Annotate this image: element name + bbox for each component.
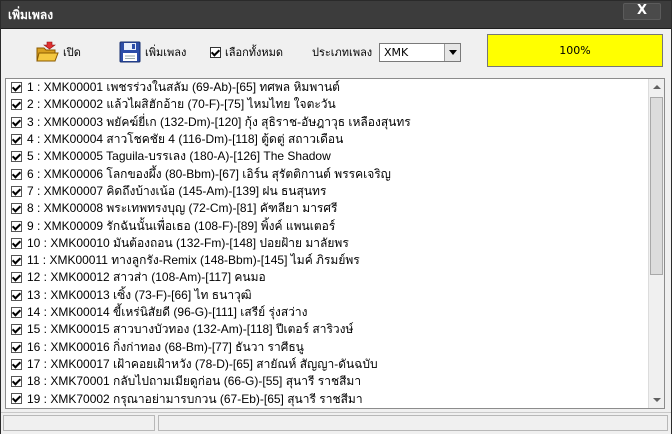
scroll-down-arrow-icon[interactable] <box>649 392 664 408</box>
list-item[interactable]: 4 : XMK00004 สาวโชคชัย 4 (116-Dm)-[118] … <box>6 131 649 148</box>
song-label: 11 : XMK00011 ทางลูกรัง-Remix (148-Bbm)-… <box>27 253 360 268</box>
song-checkbox[interactable] <box>11 151 22 163</box>
list-item[interactable]: 3 : XMK00003 พยัคฆ์ยี่เก (132-Dm)-[120] … <box>6 114 649 131</box>
song-checkbox[interactable] <box>11 134 22 146</box>
select-all-label: เลือกทั้งหมด <box>225 46 284 59</box>
select-all-toggle[interactable]: เลือกทั้งหมด <box>210 41 283 63</box>
song-list[interactable]: 1 : XMK00001 เพชรร่วงในสลัม (69-Ab)-[65]… <box>5 78 665 409</box>
song-label: 10 : XMK00010 มันต้องถอน (132-Fm)-[148] … <box>27 235 349 250</box>
song-checkbox[interactable] <box>11 341 22 353</box>
add-song-button[interactable]: เพิ่มเพลง <box>119 41 186 63</box>
list-item[interactable]: 5 : XMK00005 Taguila-บรรเลง (180-A)-[126… <box>6 148 649 165</box>
list-item[interactable]: 11 : XMK00011 ทางลูกรัง-Remix (148-Bbm)-… <box>6 252 649 269</box>
list-item[interactable]: 7 : XMK00007 คิดถึงบ้างเน้อ (145-Am)-[13… <box>6 183 649 200</box>
chevron-down-icon[interactable] <box>444 44 460 61</box>
category-value: XMK <box>384 46 409 59</box>
song-checkbox[interactable] <box>11 99 22 111</box>
list-item[interactable]: 19 : XMK70002 กรุณาอย่ามารบกวน (67-Eb)-[… <box>6 390 649 407</box>
add-song-label: เพิ่มเพลง <box>145 46 187 59</box>
save-disk-icon <box>119 41 141 63</box>
song-checkbox[interactable] <box>11 255 22 267</box>
song-checkbox[interactable] <box>11 272 22 284</box>
song-checkbox[interactable] <box>11 237 22 249</box>
song-checkbox[interactable] <box>11 289 22 301</box>
scroll-thumb[interactable] <box>650 97 663 275</box>
song-label: 7 : XMK00007 คิดถึงบ้างเน้อ (145-Am)-[13… <box>27 183 327 198</box>
song-label: 16 : XMK00016 กิ่งก่าทอง (68-Bm)-[77] ธั… <box>27 339 304 354</box>
vertical-scrollbar[interactable] <box>648 79 664 408</box>
list-item[interactable]: 6 : XMK00006 โลกของผึ้ง (80-Bbm)-[67] เอ… <box>6 165 649 182</box>
song-label: 17 : XMK00017 เฝ้าคอยเฝ้าหวัง (78-D)-[65… <box>27 356 378 371</box>
list-item[interactable]: 20 : XMK70003 กรามเท้ายำโม (66-D)-[55] ส… <box>6 408 649 409</box>
list-item[interactable]: 17 : XMK00017 เฝ้าคอยเฝ้าหวัง (78-D)-[65… <box>6 356 649 373</box>
song-label: 6 : XMK00006 โลกของผึ้ง (80-Bbm)-[67] เอ… <box>27 166 391 181</box>
song-label: 9 : XMK00009 รักฉันนั้นเพื่อเธอ (108-F)-… <box>27 218 336 233</box>
song-label: 12 : XMK00012 สาวส่า (108-Am)-[117] คนมอ <box>27 270 266 285</box>
status-pane-left <box>3 415 155 431</box>
title-bar: เพิ่มเพลง X <box>1 1 671 29</box>
list-item[interactable]: 1 : XMK00001 เพชรร่วงในสลัม (69-Ab)-[65]… <box>6 79 649 96</box>
song-label: 14 : XMK00014 ขี้เหร่นิสัยดี (96-G)-[111… <box>27 305 308 320</box>
close-icon: X <box>637 3 648 18</box>
status-bar <box>1 412 671 434</box>
list-item[interactable]: 10 : XMK00010 มันต้องถอน (132-Fm)-[148] … <box>6 235 649 252</box>
list-item[interactable]: 14 : XMK00014 ขี้เหร่นิสัยดี (96-G)-[111… <box>6 304 649 321</box>
song-label: 1 : XMK00001 เพชรร่วงในสลัม (69-Ab)-[65]… <box>27 80 340 95</box>
add-song-window: เพิ่มเพลง X เปิด เพิ่มเพลง เลือกทั้งหมด … <box>0 0 672 434</box>
song-label: 5 : XMK00005 Taguila-บรรเลง (180-A)-[126… <box>27 149 331 164</box>
song-checkbox[interactable] <box>11 376 22 388</box>
category-label: ประเภทเพลง <box>312 46 373 59</box>
open-button[interactable]: เปิด <box>35 41 81 63</box>
song-checkbox[interactable] <box>11 82 22 94</box>
song-checkbox[interactable] <box>11 220 22 232</box>
status-pane-right <box>158 415 668 431</box>
song-checkbox[interactable] <box>11 203 22 215</box>
song-label: 4 : XMK00004 สาวโชคชัย 4 (116-Dm)-[118] … <box>27 132 344 147</box>
song-checkbox[interactable] <box>11 168 22 180</box>
song-checkbox[interactable] <box>11 307 22 318</box>
progress-display: 100% <box>487 34 663 67</box>
scroll-up-arrow-icon[interactable] <box>649 79 664 95</box>
window-title: เพิ่มเพลง <box>8 8 54 22</box>
open-label: เปิด <box>63 46 81 59</box>
song-label: 13 : XMK00013 เซิ้ง (73-F)-[66] ไท ธนาวุ… <box>27 287 252 302</box>
category-select[interactable]: XMK <box>379 43 461 62</box>
list-item[interactable]: 2 : XMK00002 แล้วไผสิฮักอ้าย (70-F)-[75]… <box>6 96 649 113</box>
song-checkbox[interactable] <box>11 185 22 197</box>
list-item[interactable]: 9 : XMK00009 รักฉันนั้นเพื่อเธอ (108-F)-… <box>6 217 649 234</box>
song-label: 19 : XMK70002 กรุณาอย่ามารบกวน (67-Eb)-[… <box>27 391 363 406</box>
song-label: 18 : XMK70001 กลับไปถามเมียดูก่อน (66-G)… <box>27 374 362 389</box>
song-list-rows: 1 : XMK00001 เพชรร่วงในสลัม (69-Ab)-[65]… <box>6 79 649 409</box>
list-item[interactable]: 12 : XMK00012 สาวส่า (108-Am)-[117] คนมอ <box>6 269 649 286</box>
list-item[interactable]: 16 : XMK00016 กิ่งก่าทอง (68-Bm)-[77] ธั… <box>6 338 649 355</box>
song-checkbox[interactable] <box>11 358 22 370</box>
progress-text: 100% <box>559 44 591 57</box>
list-item[interactable]: 15 : XMK00015 สาวบางบัวทอง (132-Am)-[118… <box>6 321 649 338</box>
song-label: 2 : XMK00002 แล้วไผสิฮักอ้าย (70-F)-[75]… <box>27 97 336 112</box>
close-button[interactable]: X <box>623 3 661 20</box>
song-label: 15 : XMK00015 สาวบางบัวทอง (132-Am)-[118… <box>27 322 354 337</box>
song-checkbox[interactable] <box>11 393 22 405</box>
song-label: 20 : XMK70003 กรามเท้ายำโม (66-D)-[55] ส… <box>27 407 328 408</box>
list-item[interactable]: 13 : XMK00013 เซิ้ง (73-F)-[66] ไท ธนาวุ… <box>6 287 649 304</box>
song-label: 3 : XMK00003 พยัคฆ์ยี่เก (132-Dm)-[120] … <box>27 114 411 129</box>
list-item[interactable]: 8 : XMK00008 พระเทพทรงบุญ (72-Cm)-[81] ค… <box>6 200 649 217</box>
open-folder-icon <box>36 41 59 62</box>
song-checkbox[interactable] <box>11 116 22 128</box>
song-checkbox[interactable] <box>11 324 22 336</box>
song-label: 8 : XMK00008 พระเทพทรงบุญ (72-Cm)-[81] ค… <box>27 201 338 216</box>
list-item[interactable]: 18 : XMK70001 กลับไปถามเมียดูก่อน (66-G)… <box>6 373 649 390</box>
select-all-checkbox[interactable] <box>210 46 221 58</box>
category-label-wrap: ประเภทเพลง <box>312 41 372 63</box>
